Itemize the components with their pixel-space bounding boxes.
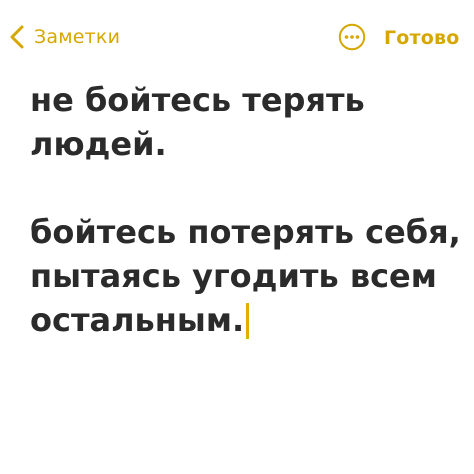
note-line: людей. xyxy=(30,125,167,163)
note-paragraph: не бойтесь терять людей. xyxy=(30,78,450,166)
done-button[interactable]: Готово xyxy=(384,25,460,51)
more-options-button[interactable] xyxy=(338,23,366,51)
text-cursor xyxy=(246,303,250,339)
back-button[interactable]: Заметки xyxy=(8,20,120,54)
note-text-editor[interactable]: не бойтесь терять людей. бойтесь потерят… xyxy=(30,78,461,342)
back-button-label: Заметки xyxy=(34,26,121,48)
note-last-line: остальным. xyxy=(30,298,450,342)
navigation-bar: Заметки Готово xyxy=(0,0,474,72)
note-line: пытаясь угодить всем xyxy=(30,257,437,295)
note-paragraph: бойтесь потерять себя, пытаясь угодить в… xyxy=(30,210,461,342)
ellipsis-circle-icon xyxy=(338,23,366,51)
note-line: бойтесь потерять себя, xyxy=(30,213,461,251)
chevron-left-icon xyxy=(8,22,26,52)
note-line: не бойтесь терять xyxy=(30,81,365,119)
note-line-text: остальным. xyxy=(30,301,245,339)
